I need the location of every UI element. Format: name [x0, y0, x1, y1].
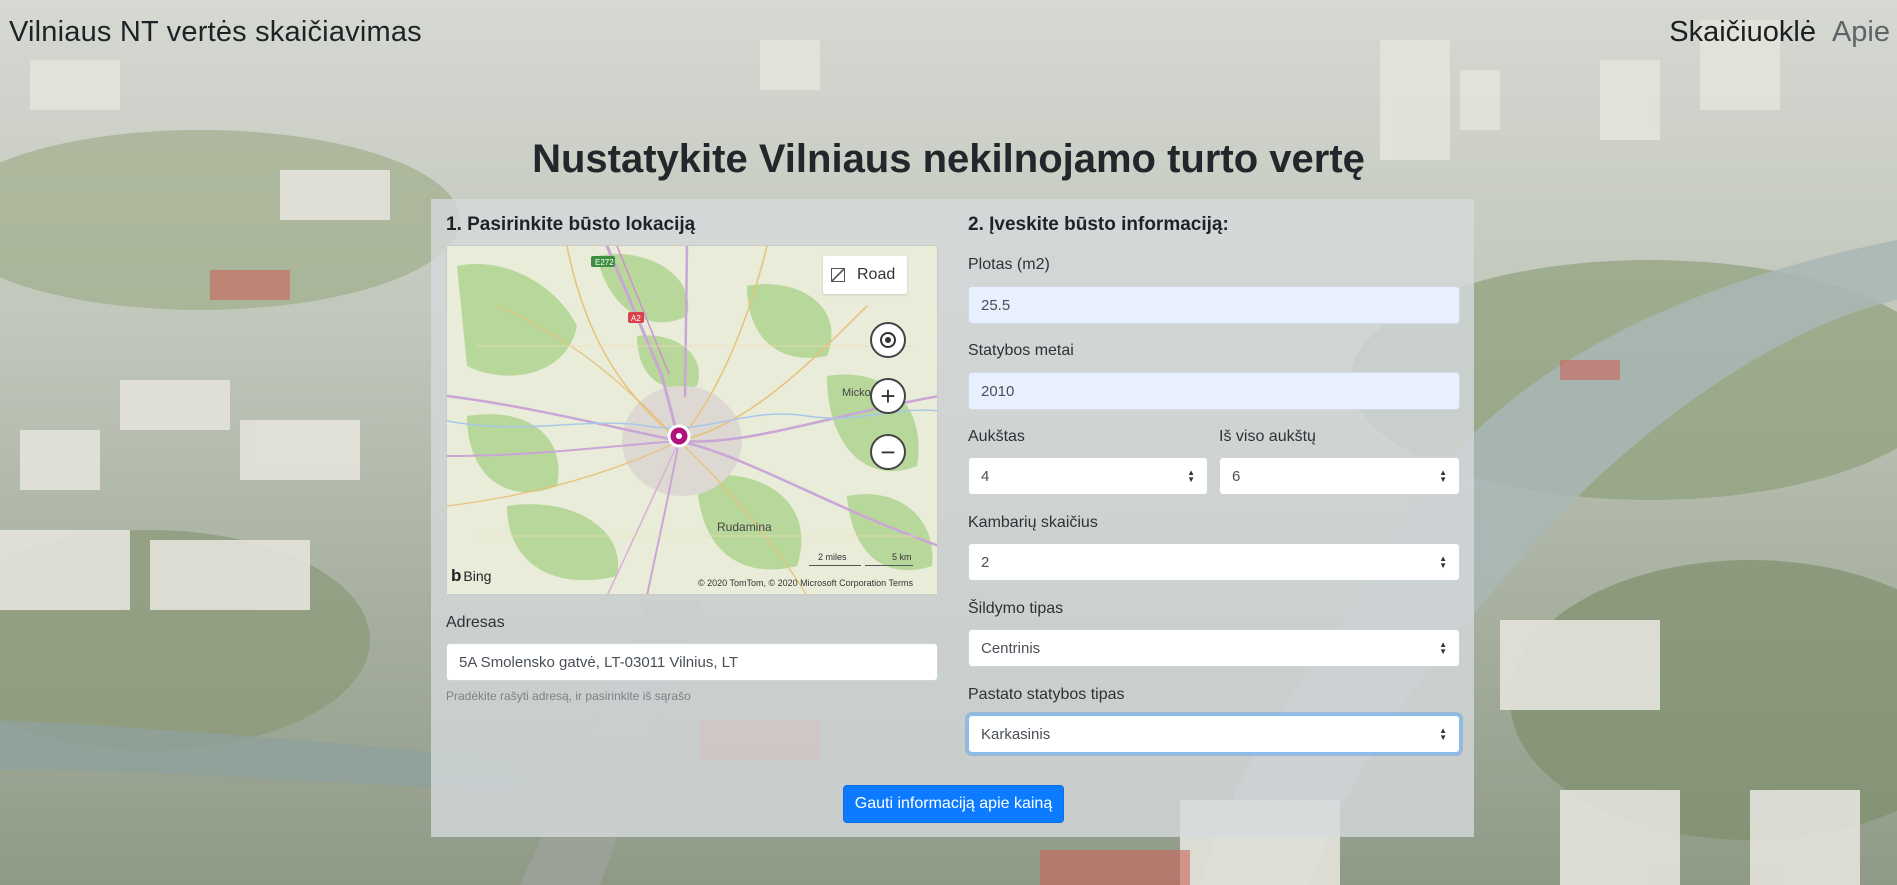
map-label-micko: Micko — [842, 387, 871, 399]
scale-miles: 2 miles — [818, 552, 847, 562]
area-label: Plotas (m2) — [968, 256, 1050, 273]
select-arrows-icon: ▲ ▼ — [1439, 468, 1447, 484]
heating-label: Šildymo tipas — [968, 600, 1064, 617]
nav-link-about[interactable]: Apie — [1832, 16, 1890, 49]
top-navbar: Vilniaus NT vertės skaičiavimas Skaičiuo… — [0, 0, 1897, 66]
locate-me-button[interactable] — [870, 322, 906, 358]
zoom-out-icon: − — [880, 437, 896, 467]
building-type-select[interactable]: Karkasinis ▲ ▼ — [968, 715, 1460, 753]
bing-b-icon: b — [451, 566, 462, 585]
address-input[interactable]: 5A Smolensko gatvė, LT-03011 Vilnius, LT — [446, 643, 938, 681]
address-label: Adresas — [446, 614, 505, 631]
rooms-value: 2 — [981, 553, 990, 571]
year-label: Statybos metai — [968, 342, 1074, 359]
map-label-rudamina: Rudamina — [717, 520, 772, 534]
building-type-label: Pastato statybos tipas — [968, 686, 1125, 703]
bing-logo[interactable]: b Bing — [451, 566, 491, 586]
floor-value: 4 — [981, 467, 990, 485]
building-type-value: Karkasinis — [981, 725, 1051, 743]
year-input[interactable]: 2010 — [968, 372, 1460, 410]
bing-label: Bing — [463, 568, 492, 584]
location-pin-icon[interactable] — [667, 424, 691, 448]
address-help-text: Pradėkite rašyti adresą, ir pasirinkite … — [446, 689, 691, 703]
info-section-title: 2. Įveskite būsto informaciją: — [968, 214, 1229, 235]
brand-title[interactable]: Vilniaus NT vertės skaičiavimas — [9, 16, 422, 49]
total-floors-label: Iš viso aukštų — [1219, 428, 1316, 445]
floor-select[interactable]: 4 ▲ ▼ — [968, 457, 1208, 495]
area-input[interactable]: 25.5 — [968, 286, 1460, 324]
map-label-a2: A2 — [631, 314, 641, 323]
location-map[interactable]: E272 A2 Micko Rudamina Road + − b Bing 2… — [446, 245, 938, 595]
scale-bar-km — [865, 563, 913, 566]
map-attribution[interactable]: © 2020 TomTom, © 2020 Microsoft Corporat… — [698, 578, 913, 588]
road-style-icon — [831, 268, 845, 282]
total-floors-select[interactable]: 6 ▲ ▼ — [1219, 457, 1460, 495]
map-style-label: Road — [857, 266, 896, 283]
scale-km: 5 km — [892, 552, 912, 562]
total-floors-value: 6 — [1232, 467, 1241, 485]
scale-bar-miles — [809, 563, 861, 566]
select-arrows-icon: ▲ ▼ — [1439, 726, 1447, 742]
rooms-select[interactable]: 2 ▲ ▼ — [968, 543, 1460, 581]
zoom-out-button[interactable]: − — [870, 434, 906, 470]
heating-value: Centrinis — [981, 639, 1041, 657]
select-arrows-icon: ▲ ▼ — [1187, 468, 1195, 484]
map-style-button[interactable]: Road — [823, 256, 907, 294]
location-section-title: 1. Pasirinkite būsto lokaciją — [446, 214, 696, 235]
heating-select[interactable]: Centrinis ▲ ▼ — [968, 629, 1460, 667]
nav-link-calculator[interactable]: Skaičiuoklė — [1669, 16, 1816, 49]
page-title: Nustatykite Vilniaus nekilnojamo turto v… — [532, 137, 1365, 181]
zoom-in-icon: + — [880, 381, 896, 411]
zoom-in-button[interactable]: + — [870, 378, 906, 414]
nav-links: Skaičiuoklė Apie — [1669, 16, 1890, 49]
floor-label: Aukštas — [968, 428, 1025, 445]
get-price-button[interactable]: Gauti informaciją apie kainą — [843, 785, 1064, 823]
locate-icon — [880, 332, 896, 348]
rooms-label: Kambarių skaičius — [968, 514, 1098, 531]
select-arrows-icon: ▲ ▼ — [1439, 554, 1447, 570]
select-arrows-icon: ▲ ▼ — [1439, 640, 1447, 656]
map-label-e272: E272 — [595, 258, 614, 267]
